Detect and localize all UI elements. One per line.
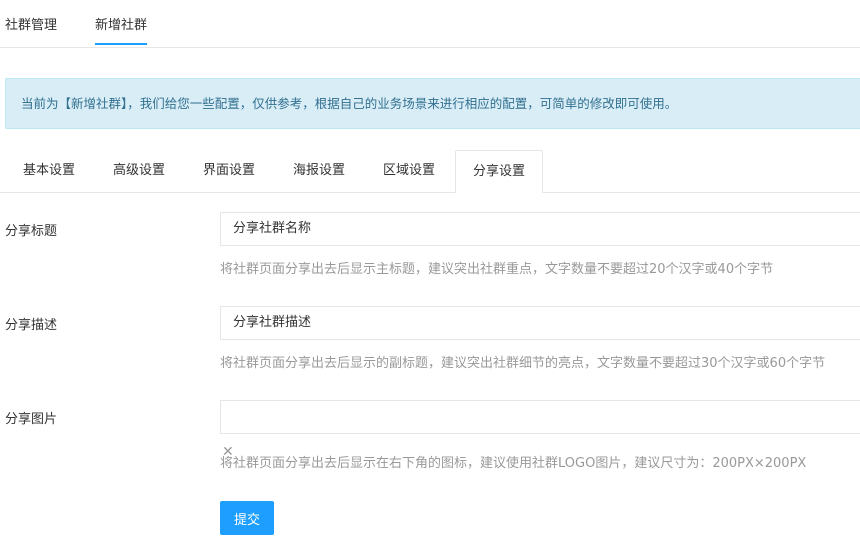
- share-desc-label: 分享描述: [5, 318, 58, 333]
- share-desc-input[interactable]: 分享社群描述: [220, 306, 860, 340]
- tab-basic-settings[interactable]: 基本设置: [5, 150, 93, 192]
- tab-interface-settings[interactable]: 界面设置: [185, 150, 273, 192]
- tab-add-community[interactable]: 新增社群: [95, 14, 148, 45]
- share-image-hint: 将社群页面分享出去后显示在右下角的图标，建议使用社群LOGO图片，建议尺寸为：2…: [220, 456, 807, 471]
- share-desc-hint: 将社群页面分享出去后显示的副标题，建议突出社群细节的亮点，文字数量不要超过30个…: [220, 356, 826, 371]
- tab-share-settings[interactable]: 分享设置: [455, 150, 543, 193]
- share-title-input[interactable]: 分享社群名称: [220, 212, 860, 246]
- top-tabs: 社群管理 新增社群: [0, 0, 860, 48]
- tab-advanced-settings[interactable]: 高级设置: [95, 150, 183, 192]
- tab-region-settings[interactable]: 区域设置: [365, 150, 453, 192]
- tab-poster-settings[interactable]: 海报设置: [275, 150, 363, 192]
- share-title-hint: 将社群页面分享出去后显示主标题，建议突出社群重点，文字数量不要超过20个汉字或4…: [220, 262, 774, 277]
- share-image-input[interactable]: [220, 400, 860, 434]
- tab-community-management[interactable]: 社群管理: [5, 14, 57, 33]
- submit-button[interactable]: 提交: [220, 501, 274, 535]
- settings-tabs: 基本设置 高级设置 界面设置 海报设置 区域设置 分享设置: [0, 150, 860, 193]
- share-title-label: 分享标题: [5, 224, 58, 239]
- notice-banner: 当前为【新增社群】，我们给您一些配置，仅供参考，根据自己的业务场景来进行相应的配…: [5, 78, 860, 129]
- share-image-label: 分享图片: [5, 412, 58, 427]
